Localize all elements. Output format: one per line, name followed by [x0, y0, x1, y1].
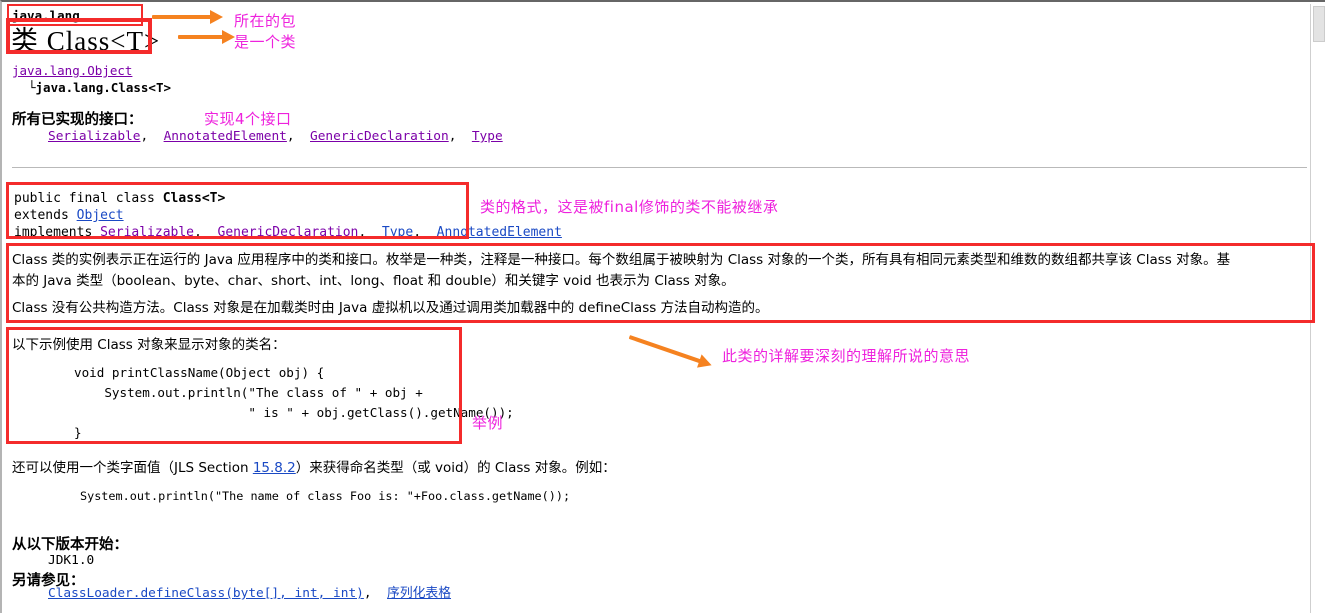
class-signature-implements: implements Serializable, GenericDeclarat… [14, 225, 562, 240]
note-example: 举例 [472, 414, 504, 432]
signature-extends-keyword: extends [14, 208, 77, 223]
superclass-link-object[interactable]: Object [77, 208, 124, 223]
implements-link-type[interactable]: Type [382, 225, 413, 240]
vertical-scrollbar[interactable] [1310, 4, 1325, 613]
jls-section-link[interactable]: 15.8.2 [253, 460, 296, 476]
note-is-a-class: 是一个类 [234, 33, 297, 51]
class-literal-text-part1: 还可以使用一个类字面值（JLS Section [12, 460, 253, 476]
description-paragraph1-line1: Class 类的实例表示正在运行的 Java 应用程序中的类和接口。枚举是一种类… [12, 252, 1231, 268]
signature-implements-keyword: implements [14, 225, 101, 240]
sep-1: , [286, 129, 295, 144]
example-intro: 以下示例使用 Class 对象来显示对象的类名： [12, 337, 286, 353]
class-hierarchy: java.lang.Object [12, 62, 132, 79]
since-heading: 从以下版本开始： [12, 537, 128, 553]
interface-link-genericdeclaration[interactable]: GenericDeclaration [310, 129, 449, 144]
implements-link-genericdeclaration[interactable]: GenericDeclaration [218, 225, 359, 240]
class-literal-paragraph: 还可以使用一个类字面值（JLS Section 15.8.2）来获得命名类型（或… [12, 456, 616, 476]
interface-link-serializable[interactable]: Serializable [48, 129, 140, 144]
see-also-separator: , [363, 586, 372, 601]
interface-link-annotatedelement[interactable]: AnnotatedElement [164, 129, 287, 144]
note-interfaces: 实现4个接口 [204, 110, 292, 128]
implements-link-serializable[interactable]: Serializable [100, 225, 194, 240]
interface-link-type[interactable]: Type [472, 129, 503, 144]
description-paragraph1-line2: 本的 Java 类型（boolean、byte、char、short、int、l… [12, 273, 735, 289]
signature-class-name: Class<T> [162, 191, 226, 206]
hierarchy-child-label: java.lang.Class<T> [35, 80, 171, 95]
tree-branch-glyph: └ [28, 80, 36, 95]
class-literal-code: System.out.println("The name of class Fo… [80, 489, 571, 503]
description-paragraph2: Class 没有公共构造方法。Class 对象是在加载类时由 Java 虚拟机以… [12, 300, 769, 316]
class-signature-extends: extends Object [14, 207, 124, 224]
see-also-link-defineclass[interactable]: ClassLoader.defineClass(byte[], int, int… [48, 586, 364, 601]
note-class-format: 类的格式，这是被final修饰的类不能被继承 [480, 198, 779, 216]
class-hierarchy-child-row: └java.lang.Class<T> [28, 79, 171, 96]
signature-line1-prefix: public final class [14, 191, 163, 206]
example-code-block: void printClassName(Object obj) { System… [74, 365, 514, 440]
see-also-link-serialized-form[interactable]: 序列化表格 [387, 586, 451, 601]
class-signature: public final class Class<T> [14, 190, 225, 207]
see-also-links: ClassLoader.defineClass(byte[], int, int… [48, 582, 451, 601]
interfaces-heading: 所有已实现的接口： [12, 112, 143, 128]
since-value: JDK1.0 [48, 553, 95, 568]
note-detail: 此类的详解要深刻的理解所说的意思 [722, 347, 971, 365]
note-package: 所在的包 [234, 12, 297, 30]
class-literal-text-part2: ）来获得命名类型（或 void）的 Class 对象。例如： [295, 460, 616, 476]
implemented-interfaces-list: Serializable, AnnotatedElement, GenericD… [48, 129, 503, 144]
sep-0: , [140, 129, 149, 144]
hierarchy-parent-link[interactable]: java.lang.Object [12, 63, 132, 78]
implements-link-annotatedelement[interactable]: AnnotatedElement [437, 225, 562, 240]
scrollbar-thumb[interactable] [1313, 6, 1325, 42]
sep-2: , [448, 129, 457, 144]
javadoc-page: java.lang 类 Class<T> 所在的包 是一个类 java.lang… [0, 0, 1325, 613]
page-title: 类 Class<T> [11, 26, 161, 56]
section-divider [12, 167, 1307, 168]
